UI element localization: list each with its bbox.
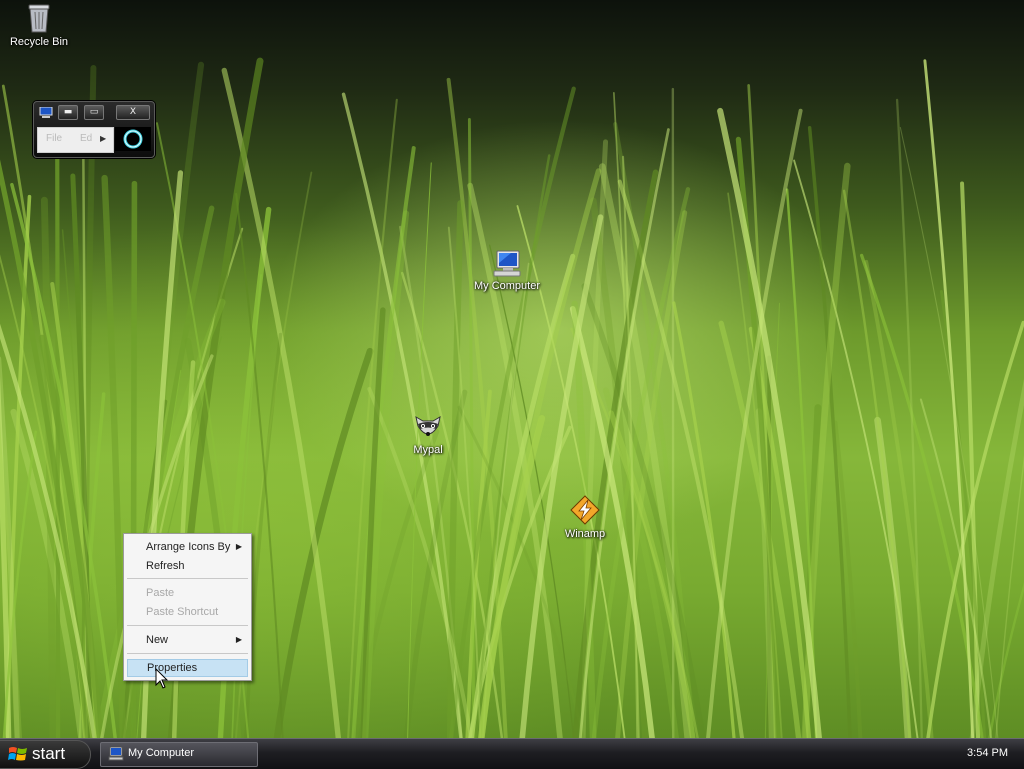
winamp-label: Winamp (565, 528, 605, 540)
visualizer-display (115, 127, 151, 151)
grass-blade (57, 158, 58, 738)
recycle-bin-label: Recycle Bin (10, 36, 68, 48)
submenu-arrow-icon: ▶ (236, 631, 242, 649)
winamp-desktop-icon[interactable]: Winamp (545, 494, 625, 540)
system-clock[interactable]: 3:54 PM (967, 747, 1008, 759)
winamp-icon (569, 494, 601, 526)
taskbar: start My Computer 3:54 PM (0, 738, 1024, 769)
my-computer-label: My Computer (474, 280, 540, 292)
close-button[interactable]: X (116, 105, 150, 120)
menu-item-properties[interactable]: Properties (127, 659, 248, 677)
minimize-icon: ▬ (64, 107, 73, 117)
mypal-desktop-icon[interactable]: Mypal (388, 412, 468, 456)
menu-item-label: Paste Shortcut (146, 606, 218, 618)
menu-file[interactable]: File (46, 133, 62, 144)
menu-overflow-icon[interactable]: ▶ (100, 134, 106, 143)
menu-item-arrange-icons-by[interactable]: Arrange Icons By ▶ (127, 538, 248, 556)
menu-item-label: New (146, 634, 168, 646)
computer-icon (491, 250, 523, 278)
maximize-icon: ▭ (90, 107, 99, 117)
menu-edit[interactable]: Ed (80, 133, 92, 144)
menu-item-paste: Paste (127, 584, 248, 602)
menu-separator (127, 578, 248, 579)
desktop[interactable]: Recycle Bin My Computer Mypal Winamp (0, 0, 1024, 738)
menu-separator (127, 653, 248, 654)
start-label: start (32, 744, 65, 764)
menu-item-refresh[interactable]: Refresh (127, 557, 248, 575)
desktop-context-menu: Arrange Icons By ▶ Refresh Paste Paste S… (123, 533, 252, 681)
grass-blade (866, 262, 932, 738)
menu-item-label: Refresh (146, 560, 185, 572)
close-icon: X (130, 107, 136, 117)
window-app-icon (39, 107, 53, 119)
grass-blade (878, 420, 909, 738)
taskbar-task-my-computer[interactable]: My Computer (100, 742, 258, 767)
recycle-bin-icon (26, 2, 52, 34)
windows-logo-icon (8, 745, 28, 763)
mypal-raccoon-icon (413, 412, 443, 442)
submenu-arrow-icon: ▶ (236, 538, 242, 556)
recycle-bin-desktop-icon[interactable]: Recycle Bin (0, 2, 79, 48)
mypal-label: Mypal (413, 444, 442, 456)
start-button[interactable]: start (0, 740, 91, 769)
mini-window-menubar: File Ed ▶ (37, 127, 114, 153)
my-computer-desktop-icon[interactable]: My Computer (467, 250, 547, 292)
menu-item-new[interactable]: New ▶ (127, 631, 248, 649)
computer-icon (108, 747, 124, 761)
menu-item-label: Paste (146, 587, 174, 599)
mini-app-window[interactable]: ▬ ▭ X File Ed ▶ (33, 101, 155, 158)
menu-item-paste-shortcut: Paste Shortcut (127, 603, 248, 621)
visualizer-ring-icon (115, 127, 151, 151)
task-label: My Computer (128, 747, 194, 759)
menu-item-label: Arrange Icons By (146, 541, 230, 553)
minimize-button[interactable]: ▬ (58, 105, 78, 120)
mouse-cursor-icon (155, 668, 169, 690)
maximize-button[interactable]: ▭ (84, 105, 104, 120)
menu-separator (127, 625, 248, 626)
